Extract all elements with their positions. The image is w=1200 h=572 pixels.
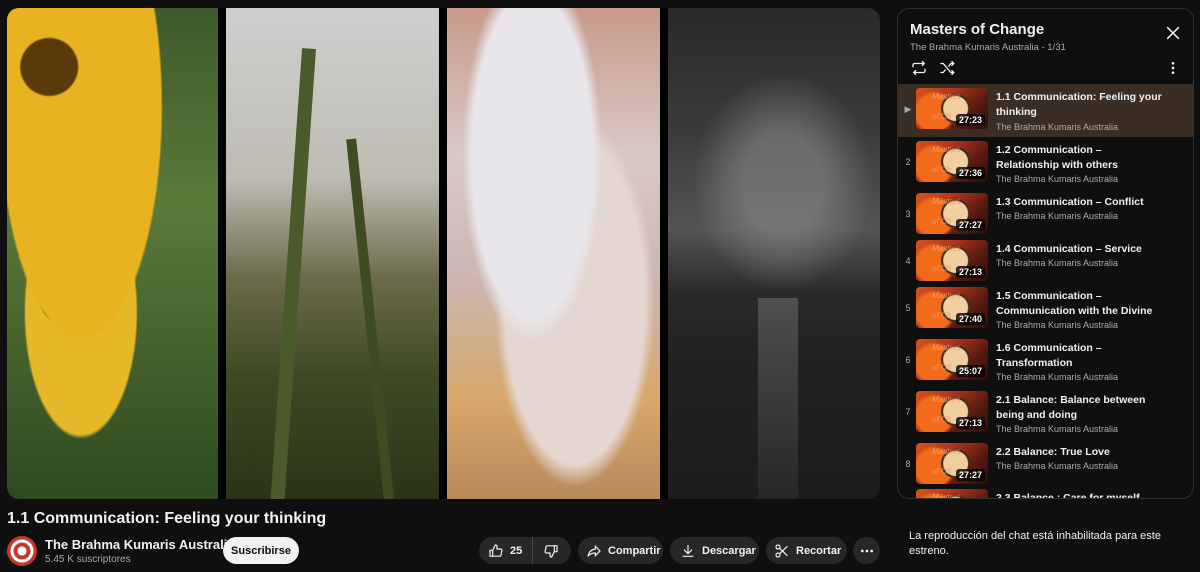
item-title: 1.6 Communication – Transformation bbox=[996, 341, 1102, 369]
more-horiz-icon bbox=[860, 549, 873, 552]
video-frame-sunflowers bbox=[7, 8, 218, 499]
thumb-down-icon bbox=[544, 544, 558, 558]
playlist-item[interactable]: Masters 2.3 Balance : Care for myself bbox=[898, 485, 1193, 499]
download-button[interactable]: Descargar bbox=[670, 537, 759, 564]
video-frame-blossoms bbox=[447, 8, 660, 499]
item-title: 2.3 Balance : Care for myself bbox=[996, 491, 1140, 499]
playlist-item[interactable]: ▶ Masters of Ch 27:23 1.1 Communication: F… bbox=[898, 84, 1193, 137]
video-thumbnail: Masters of Ch 25:07 bbox=[916, 338, 988, 380]
item-index: 6 bbox=[905, 354, 911, 365]
playlist-item[interactable]: 6 Masters of Ch 25:07 1.6 Communication – … bbox=[898, 335, 1193, 387]
item-index: 7 bbox=[905, 406, 911, 417]
item-index: 4 bbox=[905, 255, 911, 266]
duration-badge: 25:07 bbox=[955, 364, 985, 377]
video-thumbnail: Masters of Ch 27:13 bbox=[916, 239, 988, 281]
video-player[interactable] bbox=[7, 8, 880, 499]
video-frame-river bbox=[668, 8, 880, 499]
channel-name[interactable]: The Brahma Kumaris Australia bbox=[45, 537, 235, 552]
item-channel: The Brahma Kumaris Australia bbox=[996, 460, 1119, 471]
duration-badge: 27:27 bbox=[955, 468, 985, 481]
item-title: 2.1 Balance: Balance between being and d… bbox=[996, 393, 1146, 421]
video-thumbnail: Masters of Ch 27:40 bbox=[916, 286, 988, 328]
item-title: 1.5 Communication – Communication with t… bbox=[996, 289, 1153, 317]
like-button[interactable]: 25 bbox=[479, 537, 534, 564]
item-title: 1.4 Communication – Service bbox=[996, 242, 1142, 255]
share-button[interactable]: Compartir bbox=[578, 537, 663, 564]
item-channel: The Brahma Kumaris Australia bbox=[996, 371, 1119, 382]
item-channel: The Brahma Kumaris Australia bbox=[996, 257, 1119, 268]
duration-badge: 27:36 bbox=[955, 167, 985, 179]
item-title: 1.1 Communication: Feeling your thinking bbox=[996, 91, 1162, 118]
video-frame-grass bbox=[226, 8, 439, 499]
download-label: Descargar bbox=[702, 544, 756, 557]
thumb-up-icon bbox=[489, 543, 503, 557]
clip-button[interactable]: Recortar bbox=[766, 537, 847, 564]
chat-replay-notice: La reproducción del chat está inhabilita… bbox=[909, 530, 1161, 557]
shuffle-icon[interactable] bbox=[938, 59, 956, 77]
item-title: 1.3 Communication – Conflict bbox=[996, 195, 1144, 208]
playlist-item[interactable]: 7 Masters of Ch 27:13 2.1 Balance: Balance… bbox=[898, 387, 1193, 439]
close-icon[interactable] bbox=[1163, 23, 1183, 43]
duration-badge: 27:13 bbox=[955, 265, 985, 278]
like-dislike-group: 25 bbox=[479, 537, 571, 564]
subscriber-count: 5.45 K suscriptores bbox=[45, 554, 131, 565]
video-thumbnail: Masters of Ch 27:13 bbox=[916, 390, 988, 432]
clip-label: Recortar bbox=[796, 544, 842, 557]
more-actions-button[interactable] bbox=[853, 537, 880, 564]
item-channel: The Brahma Kumaris Australia bbox=[996, 210, 1119, 221]
loop-icon[interactable] bbox=[910, 59, 928, 77]
video-thumbnail: Masters bbox=[916, 488, 988, 498]
item-title: 2.2 Balance: True Love bbox=[996, 445, 1110, 458]
video-thumbnail: Masters of Ch 27:27 bbox=[916, 442, 988, 484]
duration-badge: 27:23 bbox=[955, 114, 985, 126]
playlist-subtitle: The Brahma Kumaris Australia - 1/31 bbox=[910, 42, 1066, 53]
subscribe-button[interactable]: Suscribirse bbox=[223, 537, 299, 564]
duration-badge: 27:13 bbox=[955, 416, 985, 429]
channel-avatar[interactable] bbox=[7, 536, 37, 566]
video-thumbnail: Masters of Ch 27:36 bbox=[916, 141, 988, 182]
playlist-header: Masters of Change The Brahma Kumaris Aus… bbox=[898, 9, 1193, 84]
playlist-item[interactable]: 8 Masters of Ch 27:27 2.2 Balance: True Lo… bbox=[898, 439, 1193, 485]
playlist-item[interactable]: 2 Masters of Ch 27:36 1.2 Communication – … bbox=[898, 137, 1193, 189]
video-thumbnail: Masters of Ch 27:27 bbox=[916, 192, 988, 234]
playlist-title[interactable]: Masters of Change bbox=[910, 21, 1044, 38]
scissors-icon bbox=[775, 543, 788, 558]
item-index: 2 bbox=[905, 157, 911, 167]
dislike-button[interactable] bbox=[533, 537, 569, 564]
playlist-item[interactable]: 4 Masters of Ch 27:13 1.4 Communication – … bbox=[898, 236, 1193, 283]
now-playing-indicator: ▶ bbox=[904, 104, 912, 114]
playlist-item[interactable]: 5 Masters of Ch 27:40 1.5 Communication – … bbox=[898, 283, 1193, 335]
item-index: 8 bbox=[905, 458, 911, 469]
video-title: 1.1 Communication: Feeling your thinking bbox=[7, 510, 327, 527]
item-channel: The Brahma Kumaris Australia bbox=[996, 423, 1119, 434]
share-label: Compartir bbox=[608, 544, 661, 557]
item-channel: The Brahma Kumaris Australia bbox=[996, 122, 1119, 132]
video-thumbnail: Masters of Ch 27:23 bbox=[916, 88, 988, 129]
duration-badge: 27:40 bbox=[955, 312, 985, 325]
item-channel: The Brahma Kumaris Australia bbox=[996, 174, 1119, 184]
download-icon bbox=[682, 544, 694, 557]
playlist-item[interactable]: 3 Masters of Ch 27:27 1.3 Communication – … bbox=[898, 189, 1193, 236]
share-icon bbox=[587, 544, 601, 557]
item-channel: The Brahma Kumaris Australia bbox=[996, 319, 1119, 330]
playlist-panel: Masters of Change The Brahma Kumaris Aus… bbox=[897, 8, 1194, 499]
playlist-items: ▶ Masters of Ch 27:23 1.1 Communication: F… bbox=[898, 84, 1193, 499]
duration-badge: 27:27 bbox=[955, 218, 985, 231]
item-index: 5 bbox=[905, 302, 911, 313]
item-title: 1.2 Communication – Relationship with ot… bbox=[996, 144, 1118, 171]
item-index: 3 bbox=[905, 208, 911, 219]
more-vert-icon[interactable] bbox=[1165, 60, 1181, 76]
like-count: 25 bbox=[510, 544, 523, 557]
